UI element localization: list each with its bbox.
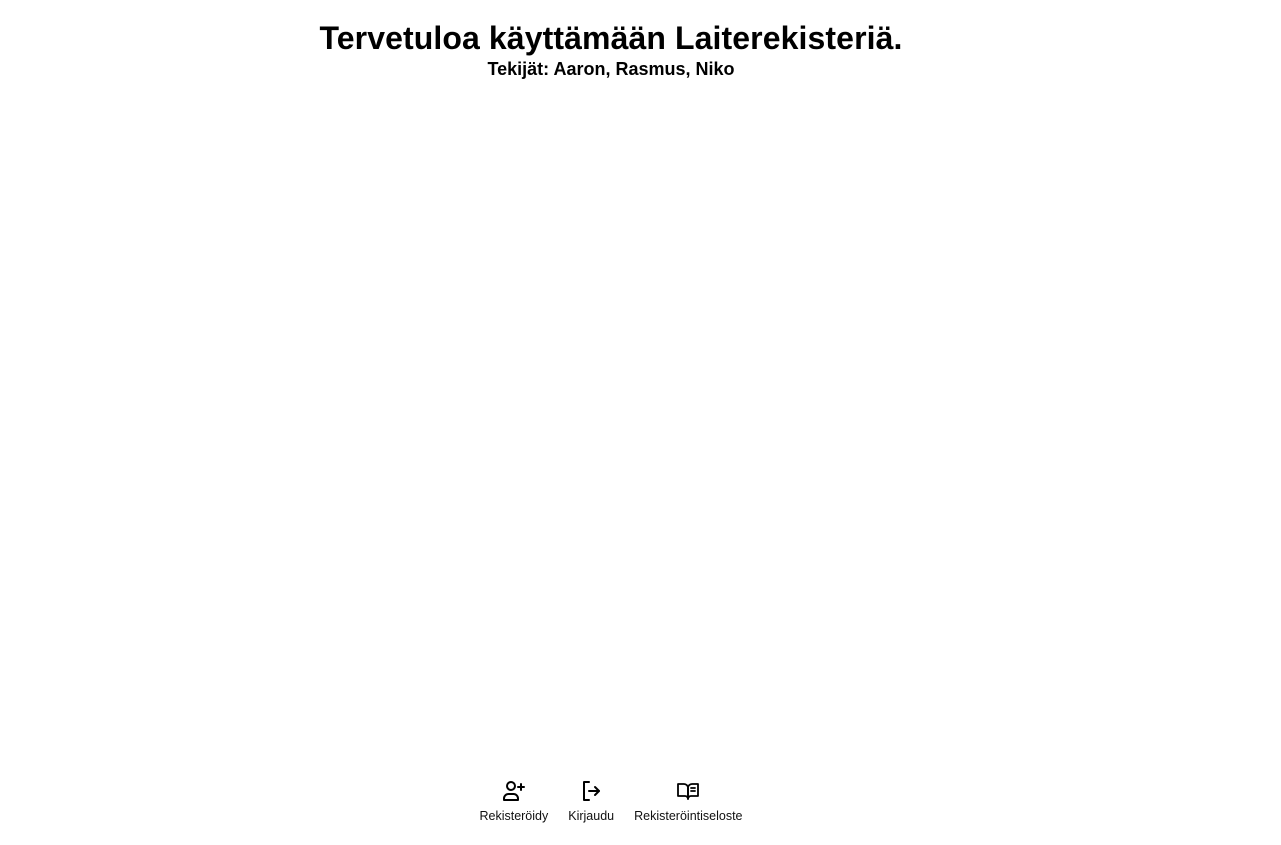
login-label: Kirjaudu bbox=[568, 809, 615, 823]
login-icon bbox=[578, 778, 604, 804]
register-label: Rekisteröidy bbox=[479, 809, 549, 823]
register-button[interactable]: Rekisteröidy bbox=[479, 778, 548, 824]
privacy-notice-button[interactable]: Rekisteröintiseloste bbox=[634, 778, 743, 824]
header: Tervetuloa käyttämään Laiterekisteriä. T… bbox=[0, 18, 1222, 80]
page-subtitle: Tekijät: Aaron, Rasmus, Niko bbox=[487, 59, 735, 79]
login-button[interactable]: Kirjaudu bbox=[568, 778, 614, 824]
bottom-navigation: Rekisteröidy Kirjaudu Rekisteröintiselos… bbox=[0, 778, 1222, 824]
person-add-icon bbox=[501, 778, 527, 804]
page-title: Tervetuloa käyttämään Laiterekisteriä. bbox=[319, 20, 903, 56]
privacy-notice-label: Rekisteröintiseloste bbox=[634, 809, 743, 823]
open-book-icon bbox=[675, 778, 701, 804]
page: Tervetuloa käyttämään Laiterekisteriä. T… bbox=[0, 0, 1281, 845]
